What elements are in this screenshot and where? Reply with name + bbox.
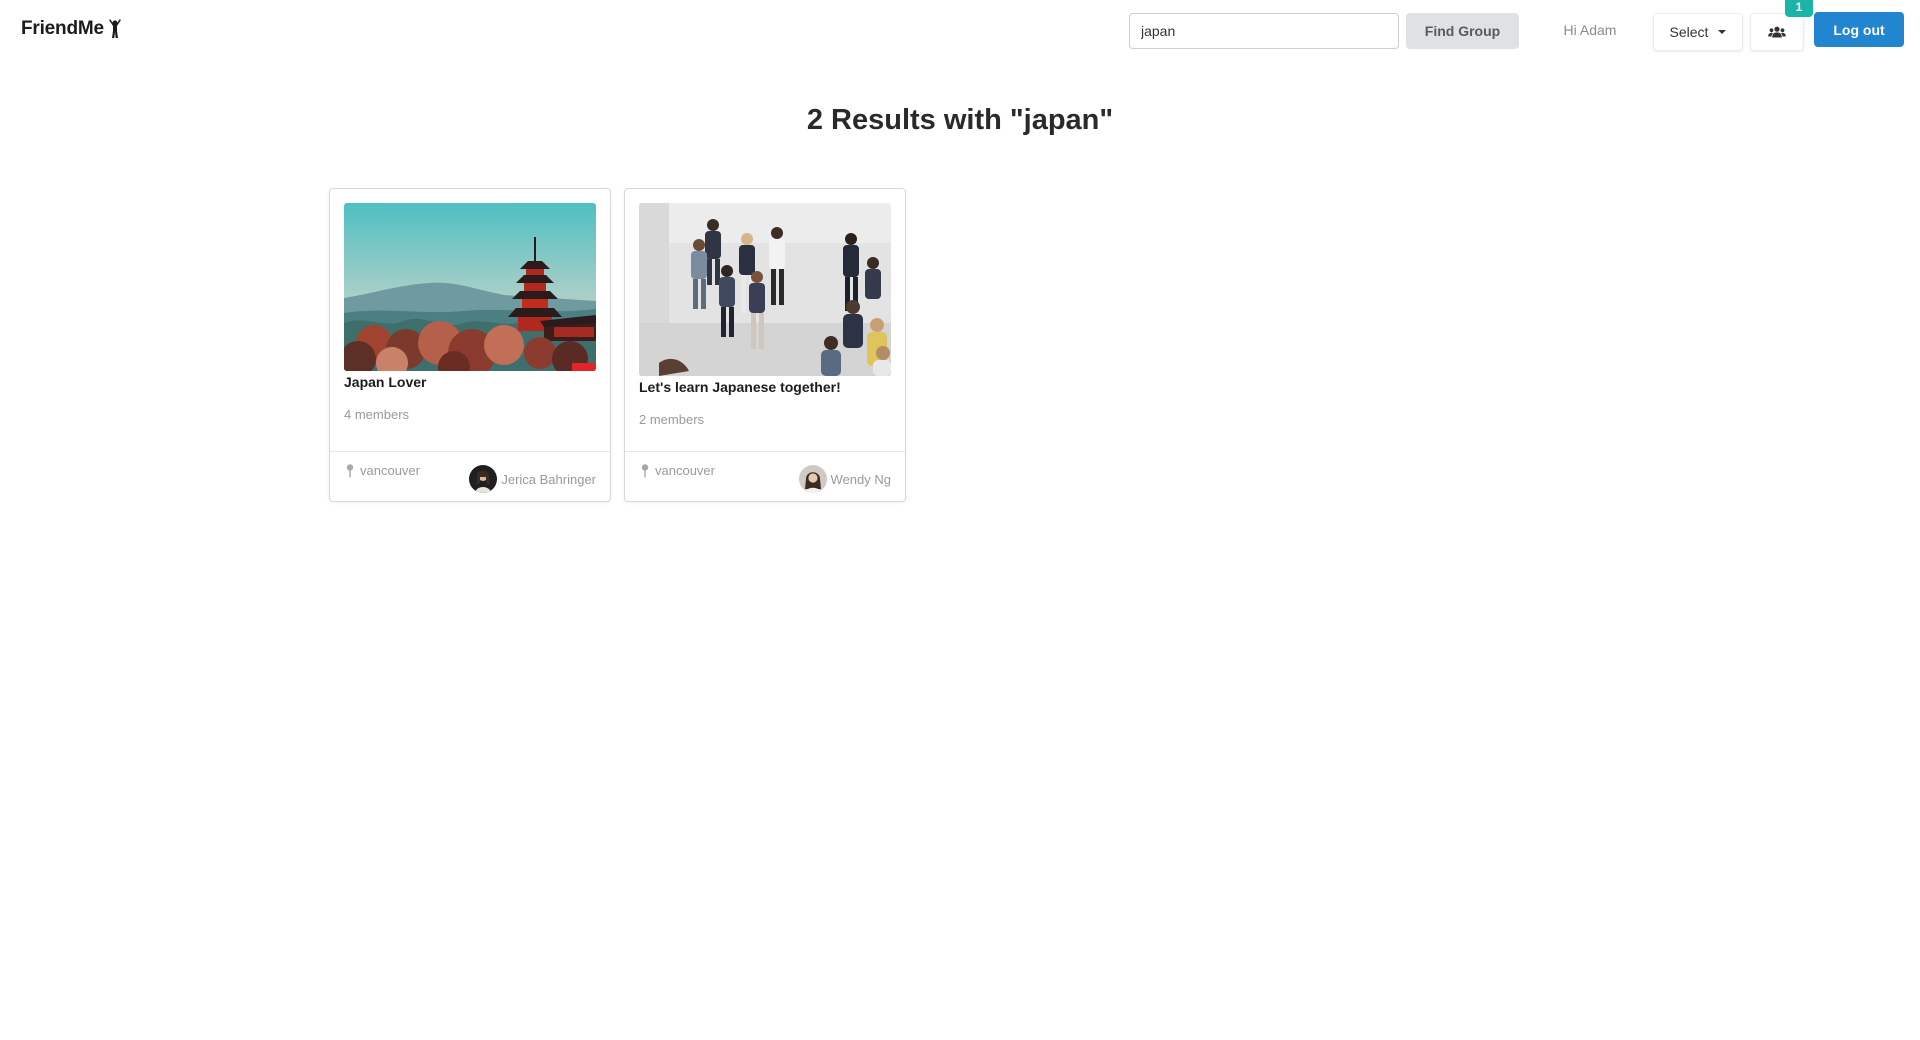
user-greeting: Hi Adam xyxy=(1563,22,1617,38)
group-title[interactable]: Japan Lover xyxy=(344,374,426,390)
owner-name: Wendy Ng xyxy=(830,471,891,487)
brand-logo[interactable]: FriendMe xyxy=(21,18,122,40)
group-card[interactable]: Let's learn Japanese together! 2 members… xyxy=(624,188,906,502)
group-title[interactable]: Let's learn Japanese together! xyxy=(639,379,841,395)
map-pin-icon xyxy=(346,463,354,477)
search-input[interactable] xyxy=(1129,13,1399,49)
card-divider xyxy=(330,451,610,452)
logout-button[interactable]: Log out xyxy=(1814,12,1904,47)
card-divider xyxy=(625,451,905,452)
caret-down-icon xyxy=(1718,30,1727,34)
select-label: Select xyxy=(1669,24,1709,40)
group-card[interactable]: Japan Lover 4 members vancouver Jerica B… xyxy=(329,188,611,502)
select-dropdown[interactable]: Select xyxy=(1653,13,1743,51)
users-icon xyxy=(1768,26,1786,38)
group-member-count: 2 members xyxy=(639,412,705,427)
owner-avatar xyxy=(469,465,498,493)
owner-avatar xyxy=(798,465,827,493)
group-image-networking[interactable] xyxy=(639,203,891,376)
group-location: vancouver xyxy=(346,463,420,478)
results-heading: 2 Results with "japan" xyxy=(806,104,1114,136)
notification-badge: 1 xyxy=(1785,0,1813,17)
group-location: vancouver xyxy=(641,463,715,478)
group-location-text: vancouver xyxy=(655,463,715,478)
top-navbar: FriendMe Find Group Hi Adam Select 1 Log… xyxy=(0,0,1920,60)
owner-name: Jerica Bahringer xyxy=(501,471,596,487)
group-owner[interactable]: Jerica Bahringer xyxy=(469,465,596,493)
group-member-count: 4 members xyxy=(344,407,410,422)
brand-name: FriendMe xyxy=(21,18,104,39)
my-groups-button[interactable] xyxy=(1750,13,1804,51)
person-arms-up-icon xyxy=(108,19,121,38)
map-pin-icon xyxy=(641,463,649,477)
find-group-button[interactable]: Find Group xyxy=(1406,13,1519,49)
group-location-text: vancouver xyxy=(360,463,420,478)
group-owner[interactable]: Wendy Ng xyxy=(798,465,891,493)
group-image-pagoda[interactable] xyxy=(344,203,596,371)
